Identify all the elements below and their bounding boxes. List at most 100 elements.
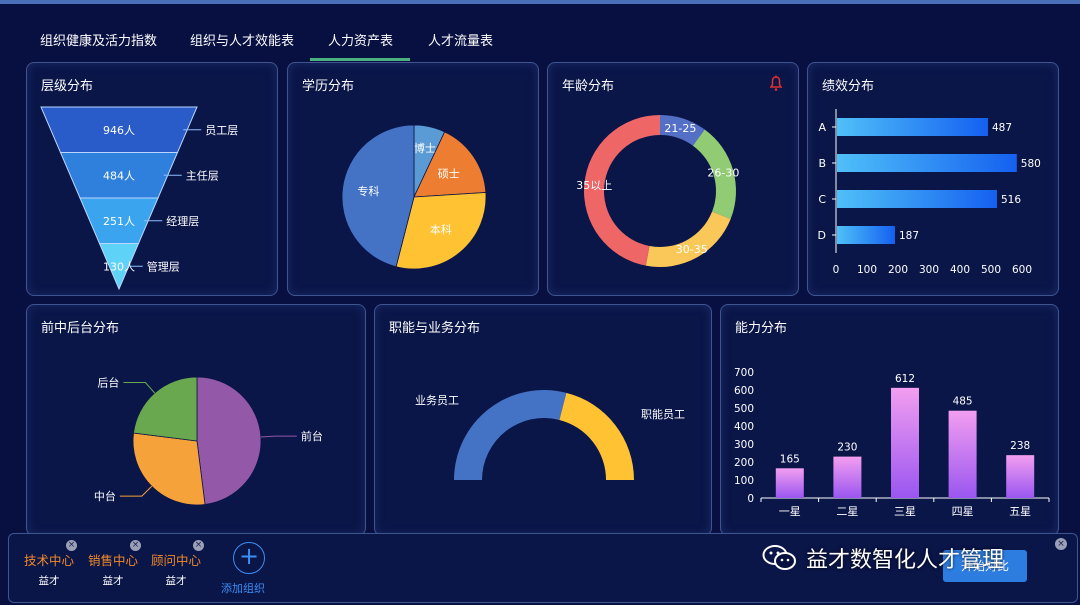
pie-leader-line: [123, 381, 156, 394]
x-tick-label: 500: [981, 264, 1001, 276]
funnel-category-label: 经理层: [166, 215, 199, 228]
pie-slice-0: [196, 376, 262, 505]
bar-D: [837, 226, 895, 244]
funnel-value-label: 251人: [103, 215, 135, 228]
y-tick-label: C: [818, 193, 826, 206]
top-accent-line: [0, 0, 1080, 4]
age-donut-chart: 21-25 26-30 30-35 35以上: [576, 75, 783, 267]
close-icon[interactable]: ×: [66, 540, 77, 551]
funnel-value-label: 946人: [103, 124, 135, 137]
funnel-category-label: 管理层: [147, 259, 180, 273]
x-tick-label: 600: [1012, 264, 1032, 276]
x-tick-label: 0: [833, 264, 840, 276]
bar-二星: [833, 456, 862, 498]
panel-performance: 绩效分布 A 487 B 580 C 516 D 187 0 100 200 300 400 500 600: [807, 62, 1059, 296]
org-name: 销售中心: [87, 553, 138, 568]
active-tab-indicator: [310, 58, 410, 61]
tab-org-health[interactable]: 组织健康及活力指数: [40, 30, 157, 49]
org-item-consult[interactable]: × 顾问中心 益才: [144, 540, 208, 588]
tab-org-talent-efficiency[interactable]: 组织与人才效能表: [190, 30, 294, 49]
bar-value-label: 485: [953, 396, 973, 408]
org-company: 益才: [38, 575, 60, 587]
pie-slice-2: [133, 376, 198, 442]
donut-label: 35以上: [576, 179, 612, 192]
y-tick-label: 0: [747, 493, 754, 505]
bar-A: [837, 118, 988, 136]
org-item-sales[interactable]: × 销售中心 益才: [81, 540, 145, 588]
close-icon[interactable]: ×: [193, 540, 204, 551]
donut-label: 30-35: [676, 243, 708, 256]
pie-label: 后台: [97, 375, 119, 389]
performance-bar-chart: A 487 B 580 C 516 D 187 0 100 200 300 400 500 600: [818, 109, 1041, 276]
x-tick-label: 100: [857, 264, 877, 276]
pie-label: 博士: [414, 142, 436, 155]
y-tick-label: 500: [734, 403, 754, 415]
watermark-text: 益才数智化人才管理: [806, 548, 1005, 573]
y-tick-label: 300: [734, 439, 754, 451]
panel-level: 层级分布 946人 员工层 484人 主任层 251人 经理层 130人 管理层: [26, 62, 278, 296]
watermark: 益才数智化人才管理: [762, 540, 1004, 576]
half-donut-slice-0: [454, 390, 567, 480]
y-tick-label: 200: [734, 457, 754, 469]
pie-label: 专科: [357, 184, 379, 198]
org-item-tech[interactable]: × 技术中心 益才: [17, 540, 81, 588]
y-tick-label: B: [818, 157, 826, 170]
bar-value-label: 487: [992, 122, 1012, 134]
bar-value-label: 580: [1021, 158, 1041, 170]
x-tick-label: 一星: [779, 505, 801, 518]
funnel-chart: 946人 员工层484人 主任层251人 经理层130人 管理层: [40, 106, 238, 291]
tab-hr-assets[interactable]: 人力资产表: [328, 30, 393, 49]
half-donut-label: 职能员工: [641, 407, 685, 421]
half-donut-label: 业务员工: [415, 394, 459, 407]
y-tick-label: 700: [734, 367, 754, 379]
close-icon[interactable]: ×: [130, 540, 141, 551]
y-tick-label: 600: [734, 385, 754, 397]
x-tick-label: 五星: [1009, 505, 1031, 518]
x-tick-label: 四星: [952, 505, 974, 518]
x-tick-label: 二星: [836, 505, 858, 518]
education-pie-chart: 博士硕士本科 专科: [341, 124, 487, 270]
bar-四星: [948, 410, 977, 498]
pie-label: 本科: [430, 222, 452, 236]
funnel-category-label: 员工层: [205, 124, 238, 137]
bar-C: [837, 190, 997, 208]
bar-一星: [775, 468, 804, 498]
bar-value-label: 516: [1001, 194, 1021, 206]
donut-slice-2: [645, 211, 731, 267]
bar-value-label: 165: [780, 453, 800, 465]
pie-leader-line: [260, 435, 297, 438]
org-company: 益才: [102, 575, 124, 587]
function-half-donut-chart: 业务员工职能员工: [415, 390, 685, 480]
panel-education: 学历分布 博士 硕士 本科 专科: [287, 62, 539, 296]
bell-icon[interactable]: [769, 75, 783, 91]
x-tick-label: 300: [919, 264, 939, 276]
bar-B: [837, 154, 1017, 172]
funnel-value-label: 484人: [103, 169, 135, 182]
panel-age: 年龄分布 21-25 26-30 30-35 35以上: [547, 62, 799, 296]
y-tick-label: 100: [734, 475, 754, 487]
add-org-button[interactable]: +: [233, 542, 265, 574]
close-icon[interactable]: ×: [1055, 538, 1067, 550]
org-company: 益才: [165, 575, 187, 587]
y-tick-label: A: [818, 121, 826, 134]
y-tick-label: D: [818, 229, 826, 242]
panel-office: 前中后台分布 前台 中台 后台: [26, 304, 366, 536]
funnel-category-label: 主任层: [186, 169, 219, 182]
pie-label: 中台: [94, 489, 116, 503]
add-org-label[interactable]: 添加组织: [221, 580, 265, 596]
pie-label: 前台: [301, 429, 323, 443]
panel-function: 职能与业务分布 业务员工 职能员工: [374, 304, 712, 536]
bar-value-label: 187: [899, 230, 919, 242]
tab-bar: 组织健康及活力指数 组织与人才效能表 人力资产表 人才流量表: [0, 22, 1080, 62]
tab-talent-flow[interactable]: 人才流量表: [428, 30, 493, 49]
bar-五星: [1006, 455, 1035, 498]
x-tick-label: 400: [950, 264, 970, 276]
bar-value-label: 238: [1010, 440, 1030, 452]
donut-label: 21-25: [664, 122, 696, 135]
bar-value-label: 612: [895, 373, 915, 385]
donut-label: 26-30: [707, 167, 739, 180]
half-donut-slice-1: [559, 392, 634, 480]
panel-ability: 能力分布 0 100 200 300 400 500 600 700 165 一星 230 二星 612…: [720, 304, 1059, 536]
y-tick-label: 400: [734, 421, 754, 433]
pie-leader-line: [119, 485, 153, 497]
